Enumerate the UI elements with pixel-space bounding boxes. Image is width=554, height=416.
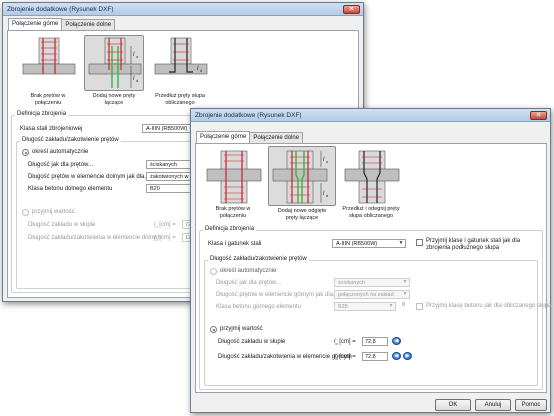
back-lo-label: l: [133, 52, 135, 58]
ok-button[interactable]: OK: [435, 399, 471, 411]
back-extend-bars-drawing: l d: [154, 37, 208, 75]
front-definition-title: Definicja zbrojenia: [203, 226, 257, 233]
cancel-button[interactable]: Anuluj: [475, 399, 511, 411]
back-overlap-label: Długość zakładu w słupie: [28, 222, 96, 228]
back-steel-label: Klasa stali zbrojeniowej: [20, 126, 83, 132]
back-add-bars-caption: Dodaj nowe pręty łączące: [92, 93, 136, 106]
back-manual-radio[interactable]: [22, 209, 29, 216]
help-button[interactable]: Pomoc: [515, 399, 547, 411]
front-overlap-label: Długość zakładu w słupie: [218, 339, 286, 345]
front-length-as-label: Długość jak dla prętów...: [216, 280, 282, 286]
arrow-left-icon: ◀: [394, 338, 399, 344]
chevron-down-icon: ▼: [402, 291, 408, 297]
front-no-bars-caption: Brak prętów w połączeniu: [215, 206, 251, 219]
front-concrete-select[interactable]: B25 ▼: [334, 302, 396, 311]
front-overlap-unit: lo [cm] =: [334, 339, 356, 347]
front-tab-upper[interactable]: Połączenie górne: [196, 131, 251, 143]
back-add-bars-drawing: l o l d: [88, 37, 142, 88]
front-dialog-title: Zbrojenie dodatkowe (Rysunek DXF): [195, 112, 302, 119]
front-option-extend-bend-bars[interactable]: [340, 148, 402, 204]
chevron-down-icon: ▼: [398, 240, 404, 246]
back-option-add-bars[interactable]: l o l d: [84, 35, 144, 91]
front-accept-steel-label: Przyjmij klasę i gatunek stali jak dla z…: [426, 238, 521, 251]
back-extend-bars-caption: Przedłuż pręty słupa obliczanego: [155, 93, 205, 106]
front-dialog-titlebar: Zbrojenie dodatkowe (Rysunek DXF) ✕: [191, 109, 550, 122]
front-anchor-calc-button-2[interactable]: ▶: [403, 352, 412, 360]
back-length-elem-label: Długość prętów w elemencie dolnym jak dl…: [28, 174, 150, 180]
back-ld-sub: d: [136, 78, 138, 83]
chevron-down-icon: ▼: [402, 279, 408, 285]
front-accept-steel-checkbox[interactable]: [416, 239, 423, 246]
front-length-as-select[interactable]: ściskanych ▼: [334, 278, 410, 287]
front-tab-panel: Brak prętów w połączeniu l o l d Dodaj n…: [195, 143, 551, 393]
front-anchor-calc-button[interactable]: ◀: [392, 352, 401, 360]
front-lo-label: l: [323, 157, 325, 163]
front-manual-radio[interactable]: [210, 326, 217, 333]
front-anchor-input[interactable]: 72,8: [362, 352, 388, 361]
front-lap-title: Długość zakładu/zakotwienie prętów: [208, 256, 309, 263]
back-manual-label: przyjmij wartość: [32, 209, 75, 215]
front-option-no-bars[interactable]: [202, 148, 264, 204]
back-option-no-bars[interactable]: [18, 35, 78, 91]
back-tab-lower[interactable]: Połączenie dolne: [61, 19, 116, 30]
front-length-elem-label: Długość prętów w elemencie górnym jak dl…: [216, 292, 339, 298]
back-overlap-unit: lo [cm] =: [154, 222, 176, 230]
front-option-add-bent-bars[interactable]: l o l d: [268, 146, 336, 206]
front-close-button[interactable]: ✕: [530, 111, 547, 120]
back-definition-title: Definicja zbrojenia: [15, 111, 69, 118]
front-steel-label: Klasa i gatunek stali: [208, 241, 262, 247]
back-dialog-title: Zbrojenie dodatkowe (Rysunek DXF): [7, 6, 114, 13]
front-ld-label: l: [323, 191, 325, 197]
front-extend-bend-bars-drawing: [344, 150, 400, 204]
front-steel-value: A-IIIN (RB500W): [336, 241, 378, 247]
front-concrete-extra: 8: [402, 302, 406, 308]
front-tab-lower[interactable]: Połączenie dolne: [249, 132, 304, 143]
arrow-left-icon: ◀: [394, 353, 399, 359]
front-no-bars-drawing: [206, 150, 262, 204]
chevron-down-icon: ▼: [388, 303, 394, 309]
back-tabbar: Połączenie górne Połączenie dolne: [8, 18, 116, 30]
back-dialog-titlebar: Zbrojenie dodatkowe (Rysunek DXF) ✕: [3, 3, 363, 16]
front-manual-label: przyjmij wartość: [220, 326, 263, 332]
back-steel-value: A-IIIN (RB500W): [146, 126, 188, 132]
back-concrete-label: Klasa betonu dolnego elementu: [28, 186, 113, 192]
front-auto-radio[interactable]: [210, 268, 217, 275]
back-lap-title: Długość zakładu/zakotwienie prętów: [20, 137, 121, 144]
front-overlap-calc-button[interactable]: ◀: [392, 337, 401, 345]
front-add-bent-bars-drawing: l o l d: [272, 150, 329, 204]
back-anchor-unit: ld [cm] =: [154, 235, 176, 243]
front-extend-bend-bars-caption: Przedłuż i odegnij pręty słupa obliczane…: [342, 206, 400, 219]
back-ext-ld-sub: d: [200, 68, 202, 73]
front-steel-select[interactable]: A-IIIN (RB500W) ▼: [332, 239, 406, 248]
back-length-as-label: Długość jak dla prętów...: [28, 162, 94, 168]
front-ld-sub: d: [326, 193, 328, 198]
front-lo-sub: o: [326, 159, 329, 164]
front-concrete-label: Klasa betonu górnego elementu: [216, 304, 302, 310]
front-overlap-input[interactable]: 72,8: [362, 337, 388, 346]
front-add-bent-bars-caption: Dodaj nowe odgięte pręty łączące: [277, 208, 327, 221]
back-no-bars-caption: Brak prętów w połączeniu: [30, 93, 66, 106]
back-tab-upper[interactable]: Połączenie górne: [8, 18, 63, 30]
back-anchor-label: Długość zakładu/zakotwienia w elemencie …: [28, 235, 162, 241]
front-dialog-window: Zbrojenie dodatkowe (Rysunek DXF) ✕ Połą…: [190, 108, 551, 413]
front-auto-label: określ automatycznie: [220, 268, 277, 274]
back-lo-sub: o: [136, 54, 139, 59]
front-tabbar: Połączenie górne Połączenie dolne: [196, 131, 304, 143]
front-anchor-unit: ld [cm] =: [334, 354, 356, 362]
back-option-extend-bars[interactable]: l d: [150, 35, 210, 91]
back-ld-label: l: [133, 76, 135, 82]
arrow-right-icon: ▶: [405, 353, 410, 359]
back-no-bars-drawing: [22, 37, 76, 75]
back-auto-label: określ automatycznie: [32, 149, 89, 155]
front-anchor-label: Długość zakładu/zakotwienia w elemencie …: [218, 354, 352, 360]
front-accept-concrete-checkbox[interactable]: [416, 303, 423, 310]
back-close-button[interactable]: ✕: [343, 5, 360, 14]
back-auto-radio[interactable]: [22, 149, 29, 156]
front-accept-concrete-label: Przyjmij klasę betonu jak dla obliczaneg…: [426, 303, 552, 309]
front-length-elem-select[interactable]: połączonych na zakład ▼: [334, 290, 410, 299]
